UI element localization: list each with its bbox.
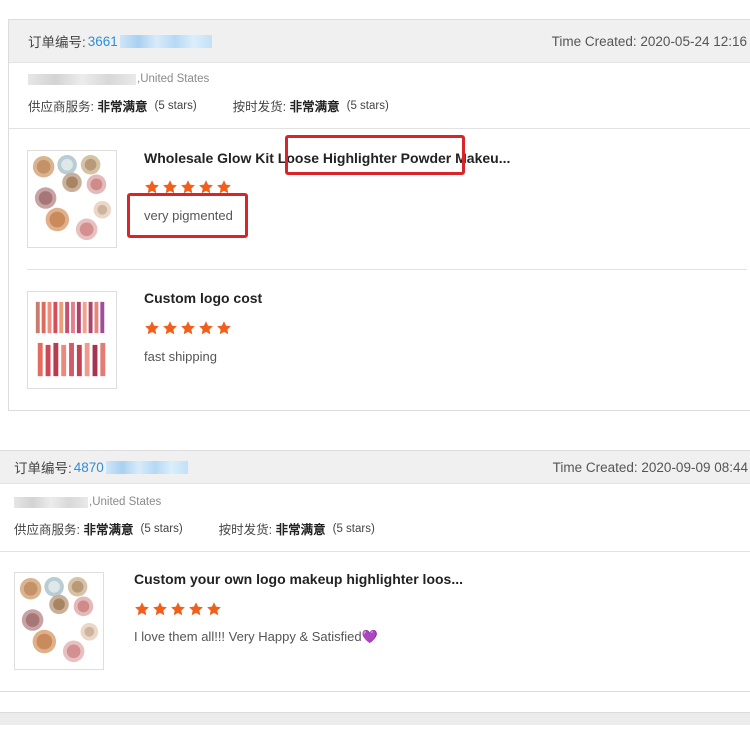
- star-rating: [144, 320, 232, 336]
- on-time-shipping-rating: 非常满意: [275, 523, 326, 537]
- star-icon: [144, 320, 160, 336]
- order-card: 订单编号: 4870 Time Created: 2020-09-09 08:4…: [0, 450, 750, 692]
- review-comment-text: I love them all!!! Very Happy & Satisfie…: [134, 629, 362, 644]
- product-name[interactable]: Custom your own logo makeup highlighter …: [134, 571, 463, 587]
- highlight-annotation-box: [285, 135, 465, 175]
- star-icon: [180, 320, 196, 336]
- review-comment: I love them all!!! Very Happy & Satisfie…: [134, 629, 378, 645]
- buyer-address: ,United States: [14, 496, 161, 508]
- order-number-label: 订单编号:: [28, 35, 86, 50]
- on-time-shipping-label: 按时发货:: [218, 523, 273, 537]
- buyer-address: ,United States: [28, 73, 209, 85]
- order-header: 订单编号: 4870 Time Created: 2020-09-09 08:4…: [0, 451, 750, 484]
- product-thumbnail[interactable]: [27, 150, 117, 248]
- star-icon: [206, 601, 222, 617]
- product-thumbnail[interactable]: [27, 291, 117, 389]
- highlighter-powder-image: [15, 573, 103, 669]
- section-divider: [9, 128, 750, 129]
- supplier-service-stars: (5 stars): [154, 99, 197, 112]
- order-number-redacted: [105, 460, 188, 474]
- star-icon: [162, 320, 178, 336]
- supplier-service-label: 供应商服务:: [14, 523, 80, 537]
- next-order-card-edge: [0, 712, 750, 725]
- star-icon: [134, 601, 150, 617]
- time-created-value: 2020-05-24 12:16: [640, 33, 747, 49]
- lip-gloss-image: [28, 292, 116, 388]
- review-comment: fast shipping: [144, 349, 217, 364]
- address-country: ,United States: [89, 496, 162, 508]
- supplier-service-rating: 非常满意: [97, 100, 148, 114]
- order-header: 订单编号: 3661 Time Created: 2020-05-24 12:1…: [9, 20, 750, 63]
- order-number-group: 订单编号: 3661: [28, 20, 212, 62]
- on-time-shipping-rating: 非常满意: [289, 100, 340, 114]
- purple-heart-icon: 💜: [361, 629, 378, 644]
- time-created-value: 2020-09-09 08:44: [641, 459, 748, 475]
- product-thumbnail[interactable]: [14, 572, 104, 670]
- product-name[interactable]: Custom logo cost: [144, 290, 262, 306]
- time-created: Time Created: 2020-09-09 08:44: [553, 451, 748, 483]
- order-number-label: 订单编号:: [14, 461, 72, 476]
- on-time-shipping-stars: (5 stars): [332, 522, 375, 535]
- seller-ratings: 供应商服务: 非常满意 (5 stars) 按时发货: 非常满意 (5 stars): [14, 519, 375, 538]
- address-country: ,United States: [137, 73, 210, 85]
- star-rating: [134, 601, 222, 617]
- star-icon: [188, 601, 204, 617]
- on-time-shipping-label: 按时发货:: [232, 100, 287, 114]
- star-icon: [216, 320, 232, 336]
- star-icon: [170, 601, 186, 617]
- supplier-service-label: 供应商服务:: [28, 100, 94, 114]
- supplier-service-stars: (5 stars): [140, 522, 183, 535]
- star-icon: [198, 320, 214, 336]
- time-created: Time Created: 2020-05-24 12:16: [552, 20, 747, 62]
- seller-ratings: 供应商服务: 非常满意 (5 stars) 按时发货: 非常满意 (5 stars): [28, 96, 389, 115]
- order-number-group: 订单编号: 4870: [14, 451, 188, 483]
- order-number-link[interactable]: 3661: [88, 34, 118, 49]
- address-redacted: [28, 73, 136, 85]
- order-number-link[interactable]: 4870: [74, 460, 104, 475]
- order-number-redacted: [119, 34, 212, 48]
- star-icon: [152, 601, 168, 617]
- time-created-label: Time Created:: [551, 33, 637, 49]
- section-divider: [0, 551, 750, 552]
- highlight-annotation-box: [127, 193, 248, 238]
- time-created-label: Time Created:: [552, 459, 638, 475]
- item-divider: [27, 269, 747, 270]
- on-time-shipping-stars: (5 stars): [346, 99, 389, 112]
- highlighter-powder-image: [28, 151, 116, 247]
- supplier-service-rating: 非常满意: [83, 523, 134, 537]
- order-card: 订单编号: 3661 Time Created: 2020-05-24 12:1…: [8, 19, 750, 411]
- address-redacted: [14, 496, 88, 508]
